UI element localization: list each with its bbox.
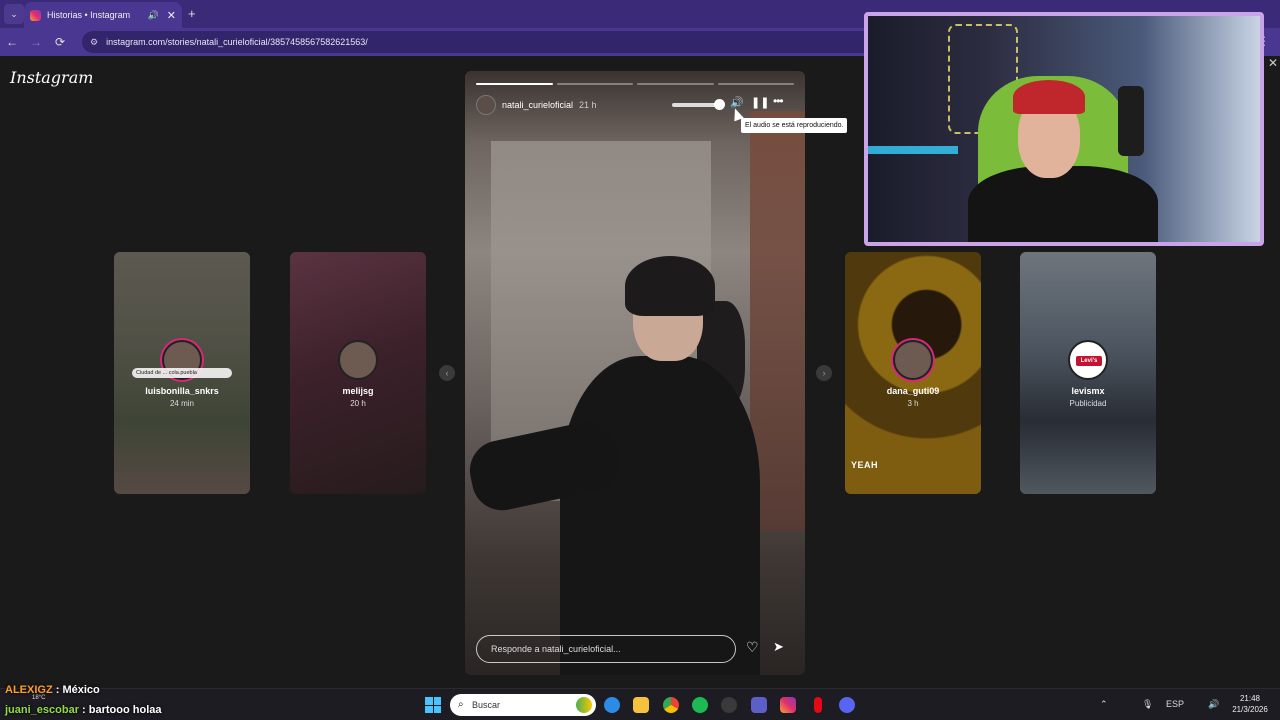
tab-audio-icon[interactable]: 🔊 (148, 10, 159, 21)
story-person (560, 356, 760, 675)
volume-slider[interactable] (672, 103, 720, 107)
location-sticker: Ciudad de ... cola.puebla (132, 368, 232, 378)
progress-segment (476, 83, 553, 85)
discord-icon[interactable] (839, 697, 855, 713)
clock[interactable]: 21:48 21/3/2026 (1228, 693, 1272, 715)
start-button[interactable] (425, 697, 441, 713)
streamer-webcam (864, 12, 1264, 246)
instagram-favicon-icon (30, 9, 41, 21)
url-text: instagram.com/stories/natali_curielofici… (106, 37, 368, 47)
next-story-arrow[interactable]: › (816, 365, 832, 381)
previous-story-arrow[interactable]: ‹ (439, 365, 455, 381)
reload-button[interactable]: ⟳ (48, 35, 72, 49)
spotify-icon[interactable] (692, 697, 708, 713)
tab-close-icon[interactable]: ✕ (167, 9, 176, 22)
story-username: levismx (1071, 386, 1105, 396)
file-explorer-icon[interactable] (633, 697, 649, 713)
chrome-icon[interactable] (663, 697, 679, 713)
mic-icon[interactable]: 🎙 (1142, 699, 1153, 710)
netflix-icon[interactable] (814, 697, 822, 713)
story-time: 3 h (907, 399, 919, 408)
main-story-viewer[interactable]: natali_curieloficial 21 h 🔊 ❚❚ ••• Respo… (465, 71, 805, 675)
levis-logo: Levi's (1076, 356, 1102, 366)
like-heart-icon[interactable]: ♡ (746, 639, 759, 656)
story-header: natali_curieloficial 21 h (476, 95, 794, 115)
more-options-icon[interactable]: ••• (773, 94, 784, 108)
avatar: Levi's (1068, 340, 1108, 380)
progress-segment (637, 83, 714, 85)
story-progress-bar (476, 83, 794, 85)
close-stories-icon[interactable]: ✕ (1268, 56, 1278, 70)
sponsored-label: Publicidad (1069, 399, 1107, 408)
volume-tray-icon[interactable]: 🔊 (1208, 699, 1219, 710)
story-time: 24 min (169, 399, 194, 408)
progress-segment (556, 83, 633, 85)
teams-icon[interactable] (751, 697, 767, 713)
forward-button[interactable]: → (24, 35, 48, 49)
site-info-icon[interactable]: ⚙ (90, 37, 98, 48)
obs-icon[interactable] (721, 697, 737, 713)
stream-chat: ALEXIGZ : México juani_escobar : bartooo… (5, 680, 161, 720)
story-card-levismx[interactable]: Levi's levismx Publicidad (1020, 252, 1156, 494)
audio-tooltip: El audio se está reproduciendo. (741, 118, 848, 133)
chat-message: ALEXIGZ : México (5, 680, 161, 700)
story-username: melijsg (342, 386, 374, 396)
story-card-dana-guti09[interactable]: dana_guti09 3 h YEAH (845, 252, 981, 494)
pause-icon[interactable]: ❚❚ (751, 96, 769, 109)
windows-taskbar: 18°C ⌕ Buscar ⌃ 🎙 ESP 🔊 21:48 21/3/2026 (0, 688, 1280, 720)
volume-slider-knob[interactable] (714, 99, 725, 110)
clock-date: 21/3/2026 (1232, 705, 1268, 714)
story-card-melijsg[interactable]: melijsg 20 h (290, 252, 426, 494)
story-username: luisbonilla_snkrs (145, 386, 219, 396)
instagram-logo[interactable]: Instagram (10, 68, 93, 87)
avatar[interactable] (476, 95, 496, 115)
chat-username: juani_escobar (5, 704, 79, 716)
story-sticker: YEAH (851, 460, 879, 470)
progress-segment (717, 83, 794, 85)
story-username: dana_guti09 (886, 386, 940, 396)
chat-text: : México (52, 684, 100, 696)
tab-search-button[interactable]: ⌄ (4, 4, 24, 24)
instagram-icon[interactable] (780, 697, 796, 713)
search-icon: ⌕ (458, 699, 464, 710)
chat-username: ALEXIGZ (5, 684, 53, 696)
story-card-luisbonilla[interactable]: Ciudad de ... cola.puebla luisbonilla_sn… (114, 252, 250, 494)
tab-instagram[interactable]: Historias • Instagram 🔊 ✕ (24, 2, 182, 28)
tab-title: Historias • Instagram (47, 10, 131, 20)
edge-icon[interactable] (604, 697, 620, 713)
story-time: 21 h (579, 100, 597, 110)
avatar (893, 340, 933, 380)
chat-text: : bartooo holaa (78, 704, 162, 716)
language-indicator[interactable]: ESP (1166, 699, 1184, 709)
reply-input[interactable]: Responde a natali_curieloficial... (476, 635, 736, 663)
microphone (1118, 86, 1144, 156)
search-label: Buscar (472, 700, 501, 710)
back-button[interactable]: ← (0, 35, 24, 49)
search-highlight-icon (576, 697, 592, 713)
story-time: 20 h (350, 399, 366, 408)
tray-chevron-icon[interactable]: ⌃ (1100, 699, 1108, 710)
avatar (338, 340, 378, 380)
clock-time: 21:48 (1239, 694, 1261, 703)
send-icon[interactable]: ➤ (773, 639, 784, 655)
story-username[interactable]: natali_curieloficial (502, 100, 573, 110)
chat-message: juani_escobar : bartooo holaa (5, 700, 161, 720)
taskbar-search[interactable]: ⌕ Buscar (450, 694, 596, 716)
new-tab-button[interactable]: + (188, 6, 196, 21)
